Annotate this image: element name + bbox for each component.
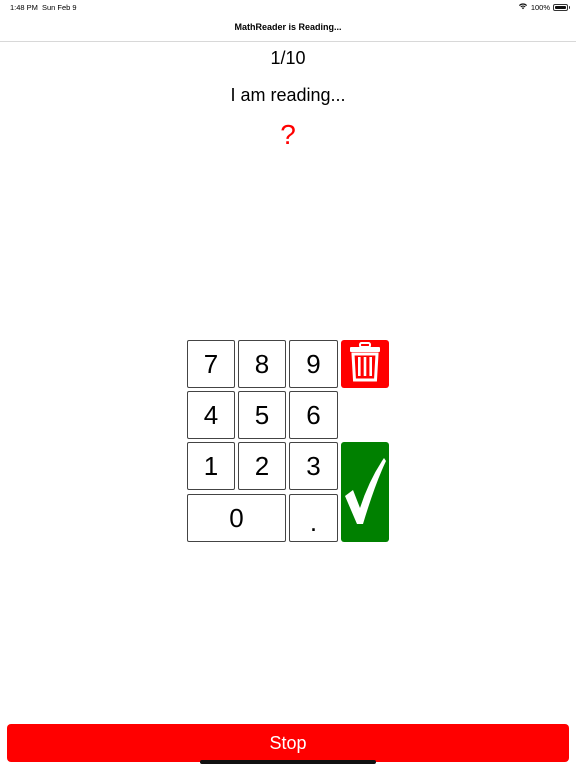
status-right-group: 100%	[518, 2, 570, 12]
status-date: Sun Feb 9	[42, 3, 77, 12]
status-bar: 1:48 PM Sun Feb 9 100%	[0, 0, 576, 14]
key-2[interactable]: 2	[238, 442, 286, 490]
battery-icon	[553, 3, 570, 11]
key-1[interactable]: 1	[187, 442, 235, 490]
question-progress: 1/10	[270, 48, 306, 68]
key-6[interactable]: 6	[289, 391, 338, 439]
answer-display: ?	[280, 119, 296, 150]
key-0[interactable]: 0	[187, 494, 286, 542]
checkmark-icon	[343, 452, 387, 533]
trash-icon	[348, 341, 382, 387]
key-decimal-label: .	[309, 507, 318, 537]
status-time: 1:48 PM	[10, 3, 38, 12]
key-3[interactable]: 3	[289, 442, 338, 490]
key-9[interactable]: 9	[289, 340, 338, 388]
battery-percent: 100%	[530, 2, 550, 12]
stop-button[interactable]: Stop	[7, 724, 569, 762]
key-7[interactable]: 7	[187, 340, 235, 388]
key-5[interactable]: 5	[238, 391, 286, 439]
nav-bar: MathReader is Reading...	[0, 14, 576, 42]
key-decimal[interactable]: .	[289, 494, 338, 542]
submit-button[interactable]	[341, 442, 389, 542]
key-8[interactable]: 8	[238, 340, 286, 388]
home-indicator	[200, 760, 376, 764]
reading-status: I am reading...	[230, 85, 346, 105]
delete-button[interactable]	[341, 340, 389, 388]
wifi-icon	[518, 2, 528, 12]
nav-title: MathReader is Reading...	[234, 22, 342, 32]
key-4[interactable]: 4	[187, 391, 235, 439]
